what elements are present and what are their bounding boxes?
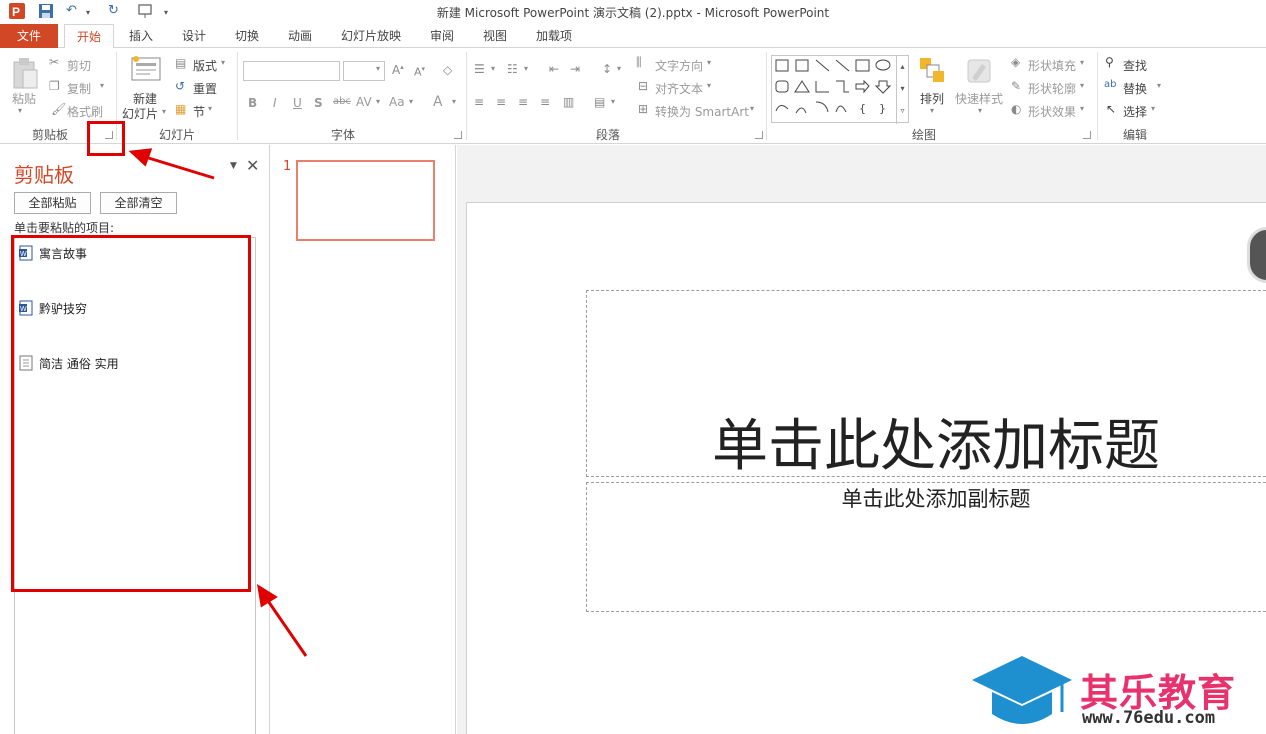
annotation-arrow-items bbox=[264, 597, 308, 657]
powerpoint-window: P ↶ ▾ ↻ ▾ 新建 Microsoft PowerPoint 演示文稿 (… bbox=[0, 0, 1266, 734]
annotation-arrowhead-items bbox=[256, 583, 278, 608]
annotation-arrow-launcher bbox=[141, 154, 215, 180]
annotation-arrowhead-launcher bbox=[128, 148, 153, 167]
annotation-arrows bbox=[128, 148, 308, 657]
